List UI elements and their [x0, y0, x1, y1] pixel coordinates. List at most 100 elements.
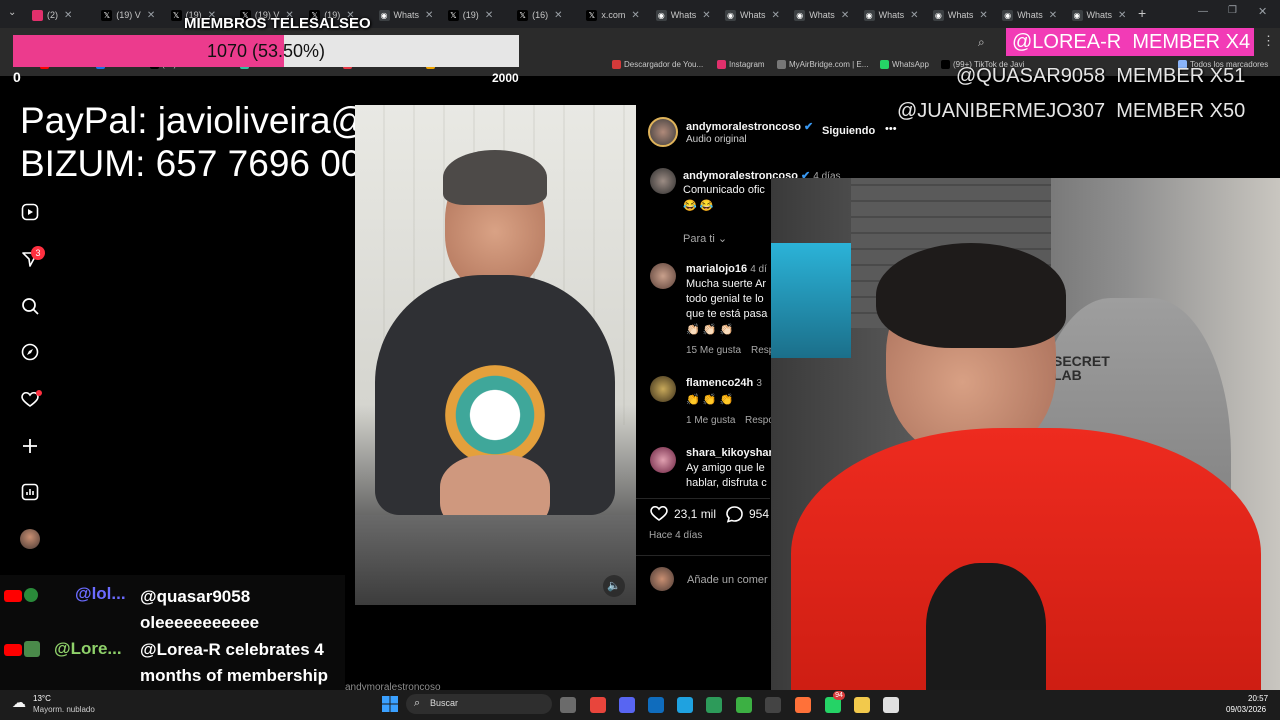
chrome-icon[interactable]: [590, 697, 606, 713]
close-tab-icon[interactable]: ✕: [772, 10, 780, 21]
browser-tab[interactable]: 𝕏 (19) ✕: [447, 6, 511, 24]
close-tab-icon[interactable]: ✕: [425, 10, 433, 21]
comment-author[interactable]: flamenco24h 3: [686, 377, 762, 389]
like-heart-icon[interactable]: [649, 504, 669, 527]
discord-icon[interactable]: [619, 697, 635, 713]
comment-count: 954: [749, 507, 770, 521]
member-badge: MEMBER X51: [1116, 65, 1246, 87]
tab-label: (16): [532, 10, 549, 20]
close-tab-icon[interactable]: ✕: [485, 10, 493, 21]
browser-tab[interactable]: ◉ Whats ✕: [863, 6, 927, 24]
divider: [636, 555, 770, 556]
notepad-icon[interactable]: [883, 697, 899, 713]
browser-tab[interactable]: ◉ Whats ✕: [725, 6, 788, 24]
close-tab-icon[interactable]: ✕: [841, 10, 849, 21]
close-tab-icon[interactable]: ✕: [631, 10, 639, 21]
taskbar-search-input[interactable]: ⌕ Buscar: [406, 694, 552, 714]
comment-author[interactable]: marialojo16 4 dí: [686, 263, 767, 275]
my-avatar: [650, 567, 674, 591]
browser-tab[interactable]: ◉ Whats ✕: [1071, 6, 1135, 24]
browser-tab[interactable]: ◉ Whats ✕: [794, 6, 857, 24]
reply-link[interactable]: Respo: [745, 415, 774, 426]
notification-badge: 3: [31, 246, 45, 260]
browser-menu-icon[interactable]: ⋮: [1262, 33, 1275, 49]
close-window-button[interactable]: ✕: [1258, 5, 1267, 18]
bookmark-item[interactable]: Instagram: [717, 60, 765, 69]
monitor-screen: [771, 243, 851, 358]
close-tab-icon[interactable]: ✕: [702, 10, 710, 21]
outlook-icon[interactable]: [648, 697, 664, 713]
minimize-window-button[interactable]: —: [1198, 6, 1208, 17]
goal-min-label: 0: [13, 69, 21, 85]
create-plus-icon[interactable]: [20, 436, 40, 456]
audio-label[interactable]: Audio original: [686, 134, 747, 145]
edge-icon[interactable]: [677, 697, 693, 713]
member-highlight: @LOREA-R MEMBER X4: [1006, 28, 1254, 56]
zoom-icon[interactable]: ⌕: [978, 35, 985, 50]
caption-avatar[interactable]: [650, 168, 676, 194]
x-icon: 𝕏: [170, 9, 182, 21]
instagram-icon: [717, 60, 726, 69]
globe-icon: ◉: [794, 9, 806, 21]
obs-icon[interactable]: [765, 697, 781, 713]
search-icon[interactable]: [20, 296, 40, 316]
close-tab-icon[interactable]: ✕: [147, 10, 155, 21]
close-tab-icon[interactable]: ✕: [910, 10, 918, 21]
close-tab-icon[interactable]: ✕: [554, 10, 562, 21]
clock-time[interactable]: 20:57: [1248, 694, 1268, 703]
browser-tab[interactable]: ◉ Whats ✕: [1002, 6, 1065, 24]
post-author[interactable]: andymoralestroncoso ✔: [686, 120, 813, 133]
dashboard-icon[interactable]: [20, 482, 40, 502]
close-tab-icon[interactable]: ✕: [64, 10, 72, 21]
comment-bubble-icon[interactable]: [725, 505, 744, 528]
browser-tab[interactable]: ◉ Whats ✕: [655, 6, 719, 24]
task-view-icon[interactable]: [560, 697, 576, 713]
author-avatar[interactable]: [648, 117, 678, 147]
weather-temp[interactable]: 13°C: [33, 694, 51, 703]
bookmark-item[interactable]: MyAirBridge.com | E...: [777, 60, 868, 69]
vpn-icon[interactable]: [706, 697, 722, 713]
youtube-icon: [4, 590, 22, 602]
browser-tab[interactable]: 𝕏 (16) ✕: [517, 6, 580, 24]
close-tab-icon[interactable]: ✕: [1049, 10, 1057, 21]
comment-likes[interactable]: 15 Me gusta: [686, 345, 741, 356]
file-explorer-icon[interactable]: [854, 697, 870, 713]
browser-tab[interactable]: 𝕏x.com ✕: [586, 6, 649, 24]
tab-label: (2): [47, 10, 58, 20]
explore-compass-icon[interactable]: [20, 342, 40, 362]
close-tab-icon[interactable]: ✕: [979, 10, 987, 21]
comment-line: que te está pasa: [686, 308, 768, 320]
new-tab-button[interactable]: +: [1138, 5, 1146, 21]
browser-tab[interactable]: ◉ Whats ✕: [932, 6, 996, 24]
globe-icon: ◉: [863, 9, 875, 21]
maximize-window-button[interactable]: ❐: [1228, 5, 1237, 16]
x-icon: 𝕏: [101, 9, 113, 21]
like-count: 23,1 mil: [674, 507, 717, 521]
mute-button[interactable]: 🔈: [603, 575, 625, 597]
comment-likes[interactable]: 1 Me gusta: [686, 415, 735, 426]
more-options-icon[interactable]: •••: [885, 123, 897, 135]
close-tab-icon[interactable]: ✕: [1118, 10, 1126, 21]
commenter-avatar[interactable]: [650, 376, 676, 402]
add-comment-input[interactable]: Añade un comer: [687, 574, 768, 586]
sort-comments-dropdown[interactable]: Para ti ⌄: [683, 232, 727, 245]
browser-tab[interactable]: ◉ Whats ✕: [378, 6, 442, 24]
windows-start-icon[interactable]: [382, 696, 398, 717]
bookmark-item[interactable]: WhatsApp: [880, 60, 929, 69]
browser-tab[interactable]: 𝕏 (19) V ✕: [101, 6, 164, 24]
profile-avatar[interactable]: [20, 529, 40, 549]
camtasia-icon[interactable]: [736, 697, 752, 713]
comment-line: 👏 👏 👏: [686, 394, 734, 406]
comment-author[interactable]: shara_kikoyshar: [686, 447, 773, 459]
commenter-avatar[interactable]: [650, 447, 676, 473]
reel-video[interactable]: 🔈: [355, 105, 636, 605]
commenter-avatar[interactable]: [650, 263, 676, 289]
following-button[interactable]: Siguiendo: [822, 125, 875, 137]
tab-label: Whats: [1017, 10, 1043, 20]
comment-age: 4 dí: [750, 264, 767, 275]
reels-icon[interactable]: [20, 202, 40, 222]
firefox-icon[interactable]: [795, 697, 811, 713]
browser-tab[interactable]: (2) ✕: [32, 6, 95, 24]
bookmark-item[interactable]: Descargador de You...: [612, 60, 703, 69]
tab-list-chevron-icon[interactable]: ⌄: [8, 7, 16, 18]
